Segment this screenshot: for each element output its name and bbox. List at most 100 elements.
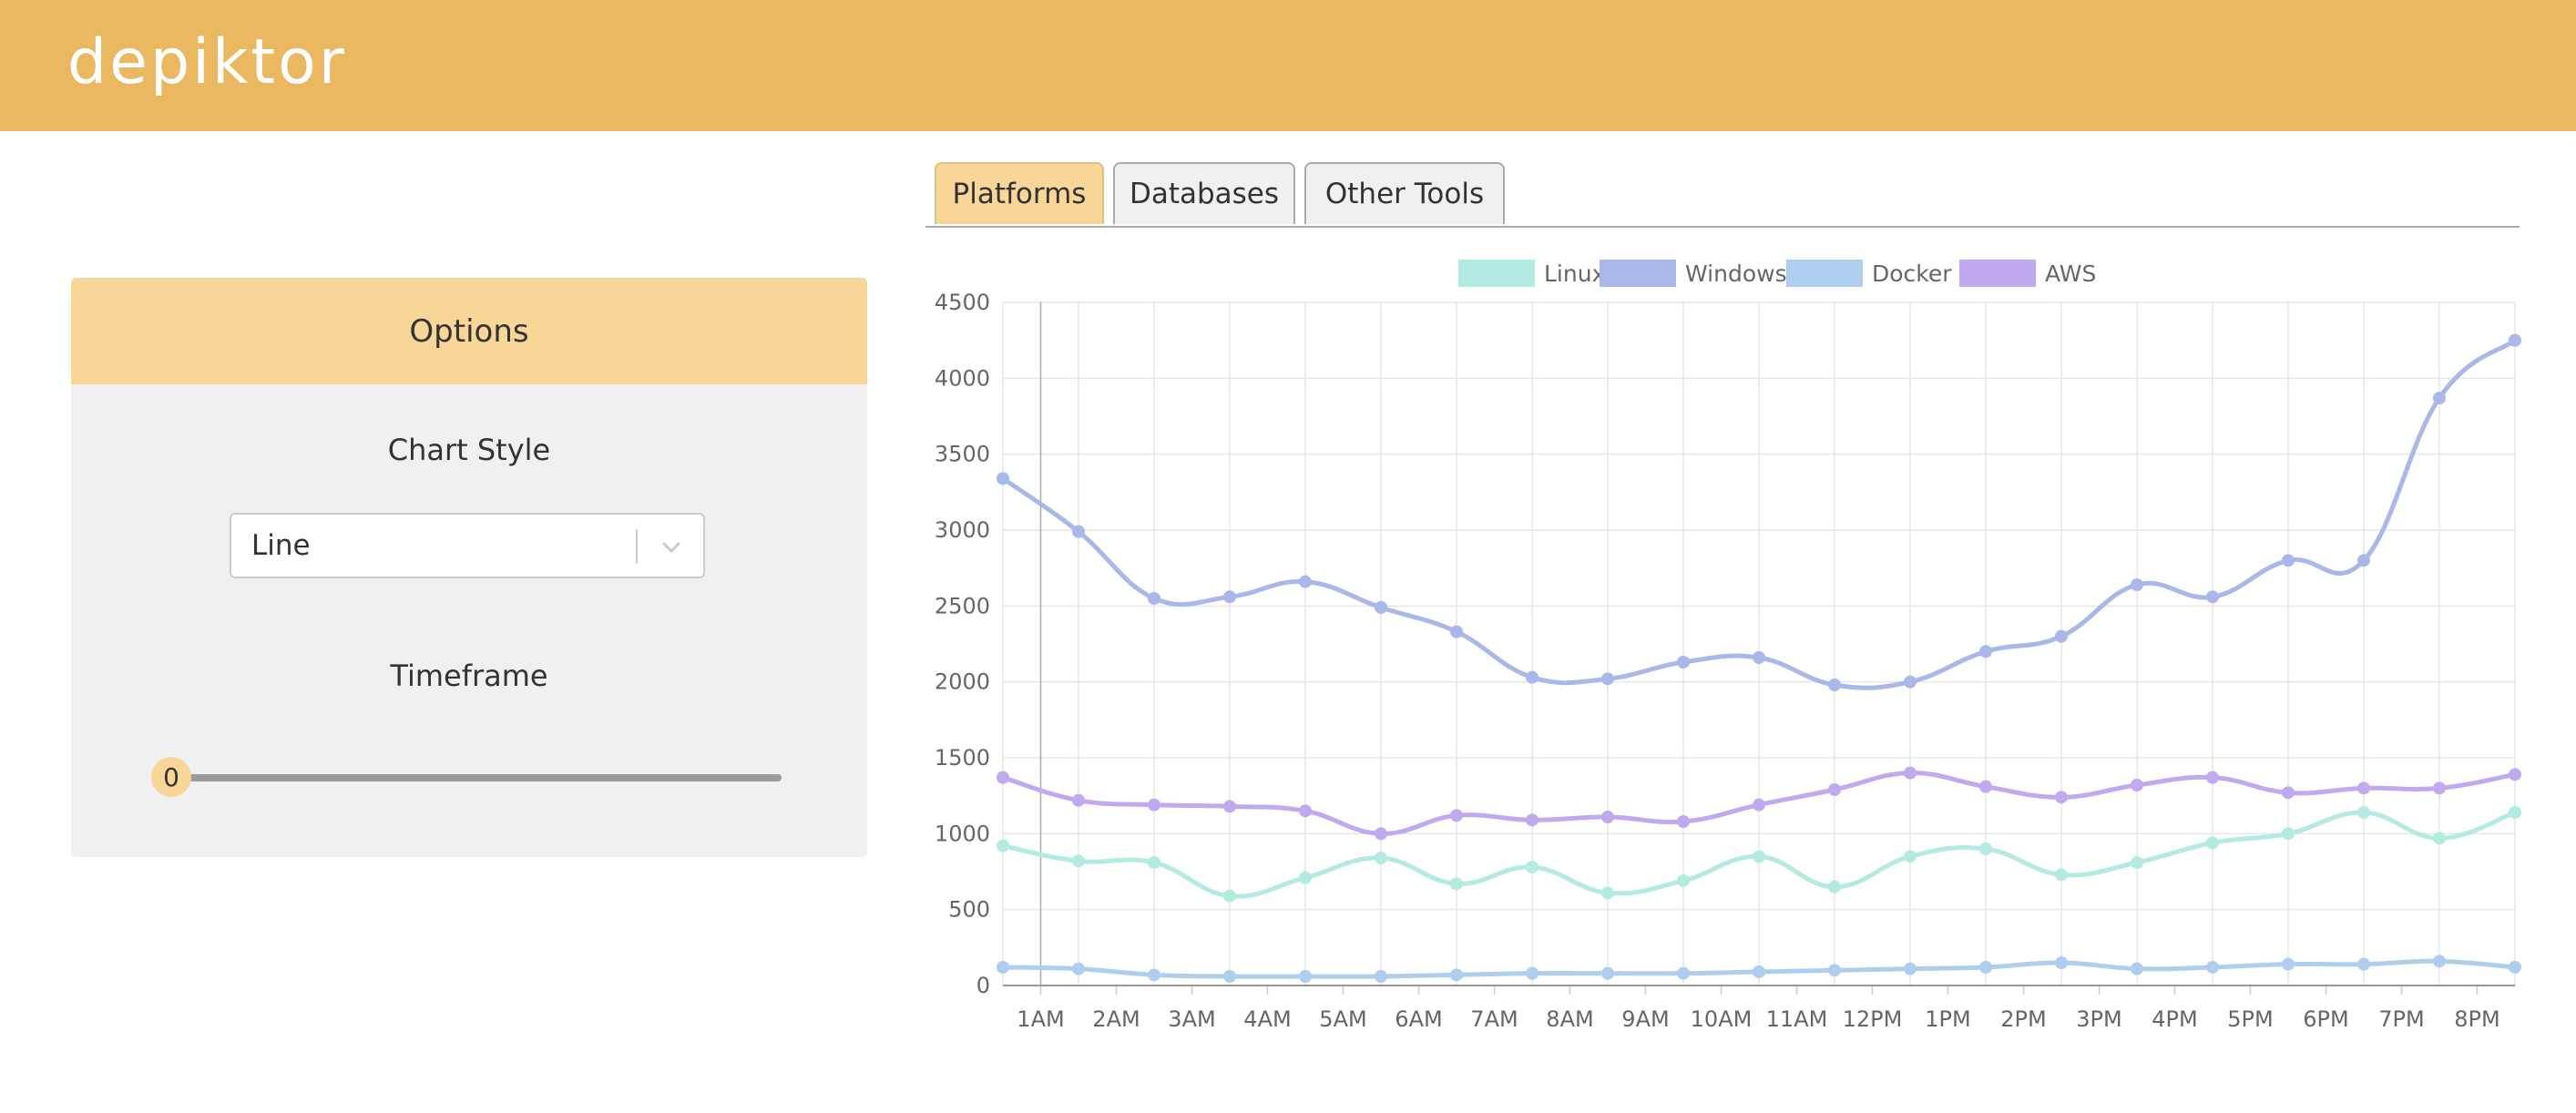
x-tick-label: 4AM [1243, 1006, 1291, 1032]
timeframe-slider-handle[interactable]: 0 [151, 757, 191, 797]
chart-style-select[interactable]: Line [230, 513, 705, 578]
data-point-aws [1148, 798, 1160, 812]
data-point-docker [2509, 961, 2521, 974]
data-point-windows [1072, 525, 1085, 538]
x-tick-label: 3PM [2076, 1006, 2121, 1032]
data-point-docker [2357, 957, 2370, 971]
data-point-windows [1148, 592, 1160, 605]
data-point-linux [2131, 856, 2143, 869]
legend-label-windows: Windows [1685, 260, 1787, 287]
y-tick-label: 2500 [935, 593, 990, 618]
data-point-linux [2433, 832, 2446, 845]
platforms-line-chart: 0 500 1000 1500 2000 2500 3000 3500 4000 4500 1AM 2… [935, 260, 2521, 1032]
x-tick-label: 11AM [1766, 1006, 1828, 1032]
data-point-aws [1072, 793, 1085, 807]
data-point-linux [1072, 854, 1085, 868]
data-point-windows [1375, 601, 1387, 614]
data-point-docker [1904, 962, 1917, 975]
timeframe-slider-track[interactable] [171, 774, 782, 781]
legend-label-docker: Docker [1872, 260, 1952, 287]
y-tick-label: 3500 [935, 442, 990, 467]
data-point-linux [2509, 806, 2521, 819]
data-point-linux [1979, 842, 1992, 855]
legend-swatch-windows [1600, 260, 1676, 287]
data-point-linux [1148, 856, 1160, 869]
data-point-docker [1299, 970, 1312, 983]
options-title: Options [71, 278, 867, 384]
data-point-windows [2433, 392, 2446, 404]
data-point-docker [1753, 965, 1765, 978]
data-point-aws [1753, 798, 1765, 812]
data-point-aws [1299, 804, 1312, 818]
legend-swatch-aws [1959, 260, 2036, 287]
data-point-linux [1223, 889, 1236, 903]
x-tick-label: 6PM [2303, 1006, 2348, 1032]
data-point-windows [1828, 679, 1841, 691]
data-point-aws [2357, 781, 2370, 795]
data-point-linux [2206, 836, 2219, 850]
data-point-aws [2282, 786, 2295, 800]
data-point-windows [2282, 554, 2295, 567]
x-tick-label: 6AM [1395, 1006, 1442, 1032]
brand-logo[interactable]: depiktor [67, 22, 347, 104]
data-point-windows [1979, 645, 1992, 659]
data-point-linux [1299, 871, 1312, 884]
data-point-aws [1450, 809, 1463, 822]
data-point-linux [2357, 806, 2370, 819]
select-separator [636, 529, 638, 564]
tab-databases[interactable]: Databases [1113, 162, 1295, 224]
data-point-aws [1526, 813, 1538, 827]
data-point-windows [1223, 590, 1236, 604]
y-tick-label: 3000 [935, 517, 990, 543]
data-point-windows [997, 472, 1009, 485]
data-point-docker [2282, 957, 2295, 971]
data-point-aws [2055, 791, 2068, 804]
data-point-aws [1677, 815, 1690, 828]
data-point-windows [2131, 578, 2143, 591]
data-point-docker [2131, 962, 2143, 975]
y-tick-label: 0 [976, 973, 990, 998]
data-point-linux [1375, 852, 1387, 864]
data-point-aws [2509, 768, 2521, 781]
data-point-aws [2206, 771, 2219, 784]
x-tick-label: 5PM [2227, 1006, 2273, 1032]
tab-other-tools[interactable]: Other Tools [1304, 162, 1505, 224]
chevron-down-icon[interactable] [658, 533, 685, 560]
data-point-docker [1828, 964, 1841, 977]
tab-platforms[interactable]: Platforms [935, 162, 1104, 224]
data-point-windows [1299, 575, 1312, 588]
timeframe-label: Timeframe [390, 659, 548, 693]
x-tick-label: 7AM [1470, 1006, 1518, 1032]
data-point-docker [1601, 966, 1614, 980]
x-tick-label: 8PM [2454, 1006, 2499, 1032]
x-tick-label: 2AM [1092, 1006, 1140, 1032]
y-tick-label: 4000 [935, 365, 990, 391]
x-tick-label: 5AM [1319, 1006, 1366, 1032]
y-tick-label: 2000 [935, 669, 990, 695]
data-point-docker [1375, 970, 1387, 983]
data-point-windows [2206, 590, 2219, 604]
data-point-docker [1148, 968, 1160, 982]
data-point-linux [1526, 861, 1538, 873]
data-point-docker [1072, 962, 1085, 975]
data-point-docker [1677, 966, 1690, 980]
data-point-linux [2055, 868, 2068, 882]
legend-swatch-linux [1458, 260, 1535, 287]
y-tick-label: 1500 [935, 745, 990, 771]
data-point-linux [1753, 850, 1765, 863]
data-point-windows [2509, 333, 2521, 347]
data-point-windows [1450, 625, 1463, 638]
x-tick-label: 2PM [2000, 1006, 2046, 1032]
data-point-docker [997, 961, 1009, 974]
data-point-aws [1904, 766, 1917, 780]
data-point-aws [1375, 827, 1387, 841]
data-point-linux [2282, 827, 2295, 841]
data-point-docker [1526, 966, 1538, 980]
options-panel: Options Chart Style Line Timeframe 0 [71, 278, 867, 857]
x-tick-label: 12PM [1843, 1006, 1903, 1032]
chart-tabs: Platforms Databases Other Tools [925, 162, 2520, 228]
legend-swatch-docker [1786, 260, 1863, 287]
data-point-docker [1979, 961, 1992, 974]
x-tick-label: 8AM [1546, 1006, 1593, 1032]
x-tick-label: 1AM [1017, 1006, 1064, 1032]
